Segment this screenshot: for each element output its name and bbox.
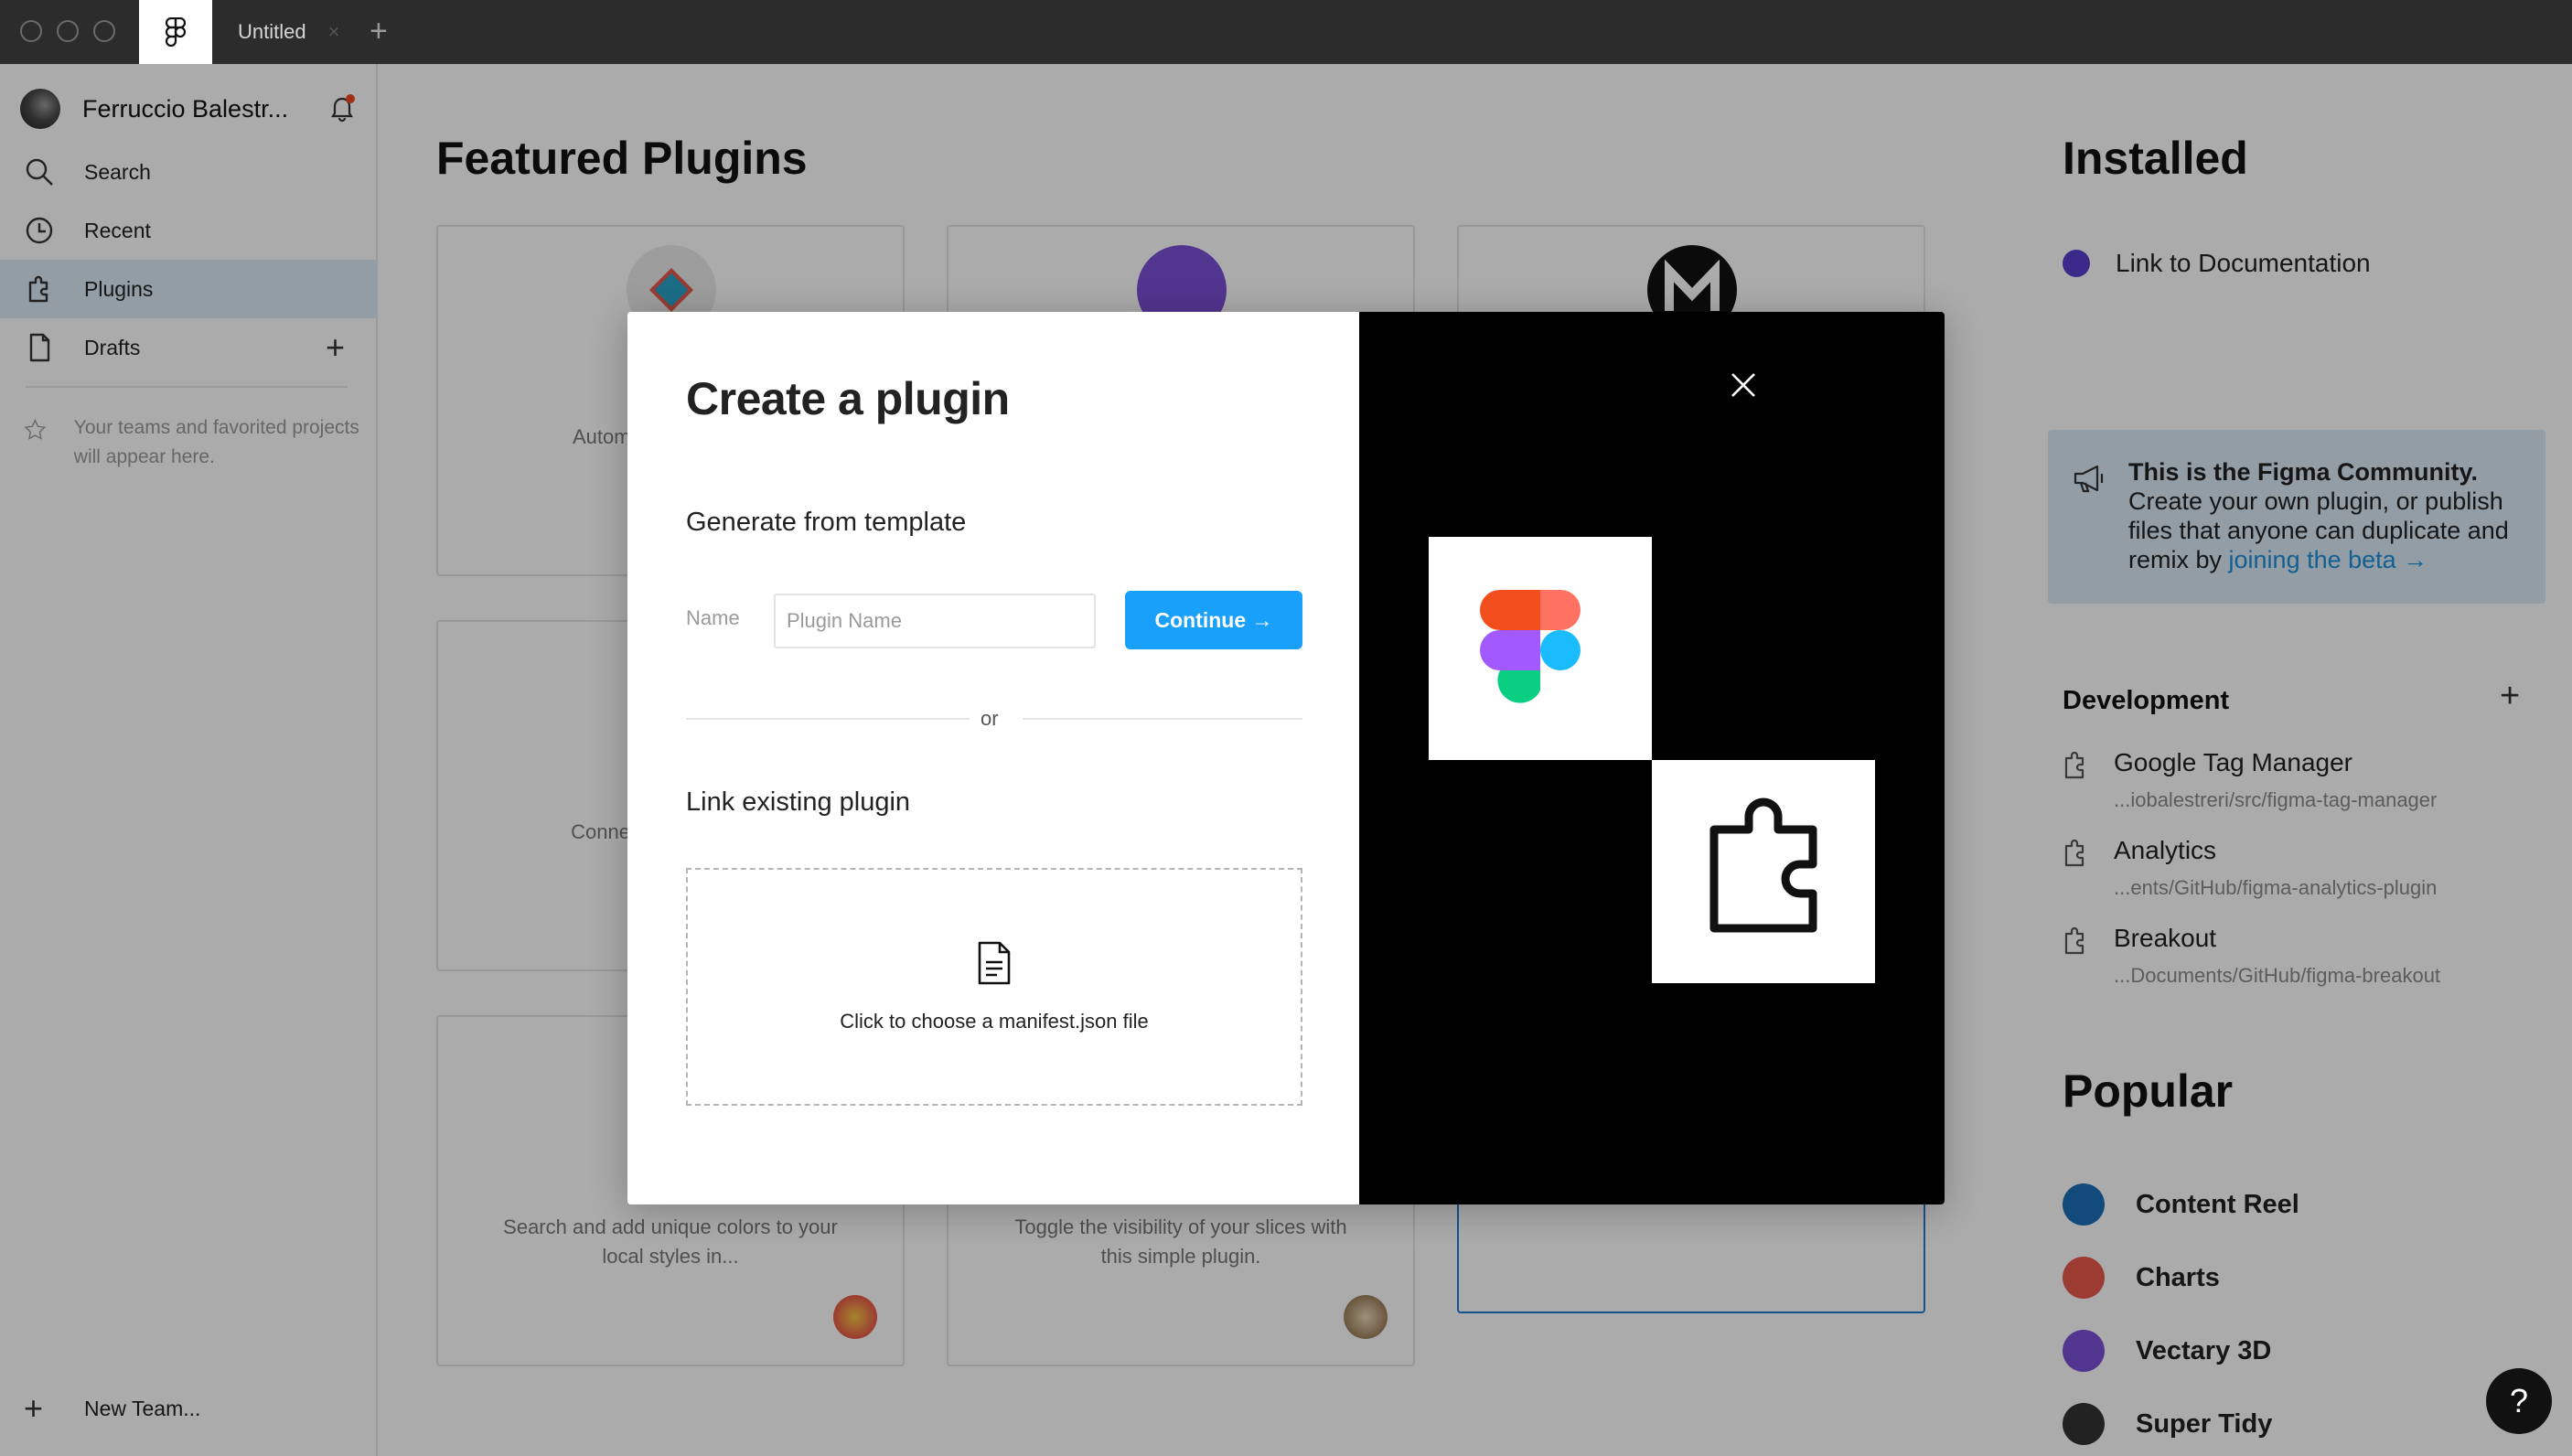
document-icon [978,941,1011,985]
window-minimize-control[interactable] [57,20,79,42]
link-existing-heading: Link existing plugin [686,787,911,817]
figma-logo-icon [166,17,186,47]
figma-logo-tile [1429,537,1652,760]
modal-form-panel: Create a plugin Generate from template N… [627,312,1359,1204]
figma-logo-icon [1480,590,1581,703]
new-tab-button[interactable]: + [370,13,388,49]
modal-title: Create a plugin [686,373,1010,424]
divider [1023,718,1302,720]
window-zoom-control[interactable] [93,20,115,42]
title-bar: Untitled × + [0,0,2572,64]
tab-close-icon[interactable]: × [328,20,340,44]
create-plugin-modal: Create a plugin Generate from template N… [627,312,1945,1204]
plugin-name-input[interactable] [774,594,1096,648]
home-tab[interactable] [139,0,212,64]
manifest-file-dropzone[interactable]: Click to choose a manifest.json file [686,868,1302,1106]
dropzone-text: Click to choose a manifest.json file [840,1010,1149,1033]
help-button[interactable]: ? [2486,1368,2552,1434]
window-close-control[interactable] [20,20,42,42]
generate-heading: Generate from template [686,508,967,537]
document-tab[interactable]: Untitled × [212,0,376,64]
puzzle-tile [1652,760,1875,983]
close-icon[interactable] [1729,370,1758,400]
continue-button[interactable]: Continue → [1125,591,1302,649]
divider [686,718,970,720]
name-label: Name [686,606,740,629]
or-label: or [981,707,999,730]
puzzle-piece-icon [1709,798,1817,933]
document-tab-title: Untitled [238,20,306,43]
